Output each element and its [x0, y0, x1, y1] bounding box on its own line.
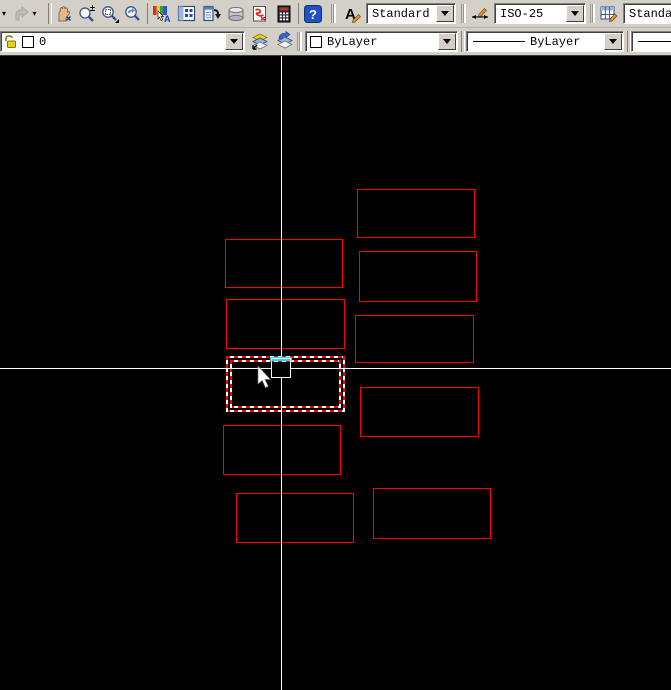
- zoom-window-icon: [100, 4, 120, 24]
- svg-text:A: A: [164, 14, 171, 24]
- linetype-combo[interactable]: ByLayer: [466, 31, 624, 52]
- svg-text:?: ?: [309, 7, 317, 22]
- color-combo-arrow[interactable]: [438, 33, 456, 50]
- drawn-rectangle[interactable]: [225, 239, 343, 288]
- text-style-value: Standard: [367, 7, 430, 21]
- current-linetype-value: ByLayer: [525, 35, 580, 49]
- zoom-previous-button[interactable]: [121, 2, 144, 25]
- layer-previous-button[interactable]: [274, 30, 297, 53]
- drawing-canvas[interactable]: [0, 56, 671, 690]
- linetype-sample-line: [473, 41, 525, 42]
- zoom-previous-icon: [123, 4, 143, 24]
- crosshair-line: [291, 368, 671, 369]
- chevron-down-icon: ▾: [2, 10, 6, 18]
- table-style-icon: [599, 4, 619, 24]
- pan-realtime-button[interactable]: [52, 2, 75, 25]
- crosshair-line: [281, 378, 282, 690]
- text-style-combo-arrow[interactable]: [436, 5, 454, 22]
- layers-toolbar-row: 0 ByLayer ByL: [0, 28, 671, 55]
- linetype-combo-arrow[interactable]: [604, 33, 622, 50]
- drawn-rectangle[interactable]: [355, 315, 474, 363]
- drawn-rectangle[interactable]: [357, 189, 475, 238]
- sheet-set-manager-button[interactable]: [224, 2, 247, 25]
- chevron-down-icon: ▾: [32, 10, 36, 18]
- redo-icon: [13, 5, 31, 23]
- layer-combo[interactable]: 0: [0, 31, 245, 52]
- drawn-rectangle[interactable]: [223, 425, 341, 475]
- table-style-button[interactable]: [597, 2, 620, 25]
- designcenter-button[interactable]: [175, 2, 198, 25]
- pickbox: [271, 358, 291, 378]
- redo-button[interactable]: ▾: [10, 2, 40, 25]
- quickcalc-button[interactable]: [272, 2, 295, 25]
- tool-palettes-button[interactable]: [200, 2, 223, 25]
- zoom-realtime-icon: ±: [77, 4, 97, 24]
- layer-combo-arrow[interactable]: [225, 33, 243, 50]
- drawn-rectangle[interactable]: [373, 488, 491, 539]
- text-style-combo[interactable]: Standard: [366, 3, 456, 24]
- unlocked-padlock-icon: [3, 34, 18, 49]
- drawn-rectangle[interactable]: [236, 493, 354, 543]
- crosshair-line: [281, 56, 282, 358]
- selected-rect-edge: [343, 356, 345, 412]
- lineweight-sample-line: [638, 41, 671, 42]
- selected-rect-edge: [226, 410, 345, 412]
- chevron-down-icon: [443, 39, 451, 44]
- text-style-button[interactable]: A: [340, 2, 363, 25]
- crosshair-line: [0, 368, 271, 369]
- toolbar-area: ▾ ▾ ±: [0, 0, 671, 56]
- drawn-rectangle[interactable]: [360, 387, 479, 437]
- tool-palettes-icon: [202, 4, 222, 24]
- calculator-icon: [274, 4, 294, 24]
- markup-set-manager-button[interactable]: [248, 2, 271, 25]
- sheet-set-icon: [226, 4, 246, 24]
- selected-rect-edge: [230, 406, 341, 408]
- help-button[interactable]: ?: [301, 2, 324, 25]
- designcenter-icon: [177, 4, 197, 24]
- properties-icon: A: [152, 4, 172, 24]
- drawn-rectangle[interactable]: [226, 299, 345, 349]
- drawn-rectangle[interactable]: [359, 251, 477, 302]
- make-object-layer-current-button[interactable]: [249, 30, 272, 53]
- chevron-down-icon: [609, 39, 617, 44]
- text-style-icon: A: [342, 4, 362, 24]
- dimension-style-button[interactable]: [468, 2, 491, 25]
- dim-style-combo-arrow[interactable]: [566, 5, 584, 22]
- layer-previous-icon: [275, 31, 296, 52]
- zoom-window-button[interactable]: [98, 2, 121, 25]
- current-color-value: ByLayer: [322, 35, 377, 49]
- color-combo[interactable]: ByLayer: [305, 31, 458, 52]
- current-layer-name: 0: [34, 35, 46, 49]
- current-color-swatch: [310, 36, 322, 48]
- layer-color-swatch: [22, 36, 34, 48]
- lineweight-combo[interactable]: [631, 31, 671, 52]
- chevron-down-icon: [571, 11, 579, 16]
- dimension-style-icon: [470, 4, 490, 24]
- pan-hand-icon: [54, 4, 74, 24]
- chevron-down-icon: [230, 39, 238, 44]
- dim-style-combo[interactable]: ISO-25: [494, 3, 586, 24]
- toolbar-separator: [461, 31, 465, 52]
- chevron-down-icon: [441, 11, 449, 16]
- markup-set-icon: [250, 4, 270, 24]
- help-icon: ?: [303, 4, 323, 24]
- svg-text:±: ±: [90, 4, 95, 13]
- selected-rect-edge: [226, 356, 228, 412]
- properties-palette-button[interactable]: A: [150, 2, 173, 25]
- table-style-value: Standard: [624, 7, 671, 21]
- dim-style-value: ISO-25: [495, 7, 543, 21]
- zoom-realtime-button[interactable]: ±: [75, 2, 98, 25]
- make-layer-current-icon: [250, 31, 271, 52]
- undo-flyout-button[interactable]: ▾: [0, 2, 10, 25]
- table-style-combo[interactable]: Standard: [623, 3, 671, 24]
- standard-toolbar-row: ▾ ▾ ±: [0, 0, 671, 28]
- mouse-cursor-arrow: [257, 365, 273, 389]
